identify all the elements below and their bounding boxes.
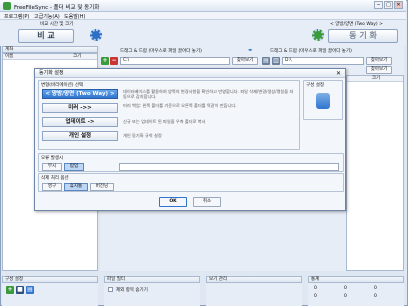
option-update-desc: 신규 또는 업데이트 된 파일을 우측 폴더로 복사: [123, 119, 206, 124]
menu-help[interactable]: 도움말(H): [64, 13, 85, 20]
toolbar: 비교 시간 및 크기 비 교 < 양방/양면 (Two Way) > 동 기 화: [0, 20, 406, 46]
database-icon: [316, 93, 330, 109]
delete-permanent-toggle[interactable]: 영구: [42, 183, 62, 191]
variant-label: 변형(바리에이션) 선택: [41, 83, 84, 88]
dialog-title: 동기화 설정: [35, 69, 345, 78]
error-detail-combo[interactable]: [119, 163, 339, 171]
config-group: 구성 설정: [303, 80, 343, 120]
error-popup-toggle[interactable]: 팝업: [64, 163, 84, 171]
error-group: 오류 발생시 무시 팝업: [38, 153, 344, 172]
right-folder-combo[interactable]: D:\: [282, 57, 364, 65]
option-two-way[interactable]: < 양방/양면 (Two Way) >: [42, 89, 118, 99]
load-config-icon[interactable]: ▤: [26, 286, 34, 294]
col-size[interactable]: 크기: [73, 54, 81, 59]
sync-settings-gear-icon[interactable]: [312, 29, 324, 41]
error-ignore-toggle[interactable]: 무시: [42, 163, 62, 171]
left-panel-header: 계좌: [2, 46, 98, 53]
new-config-icon[interactable]: +: [6, 286, 14, 294]
option-custom-desc: 개인 동기화 규칙 설정: [123, 133, 162, 138]
sync-caption: < 양방/양면 (Two Way) >: [330, 22, 383, 27]
stat-value-2: 0: [374, 286, 377, 291]
window-title: FreeFileSync - 폴더 비교 및 동기화: [14, 5, 100, 11]
filter-panel-title: 파일 필터: [104, 276, 200, 283]
config-panel: 구성 설정 + ■ ▤: [2, 276, 98, 306]
sync-button-label: 동 기 화: [349, 31, 377, 40]
variant-group: 변형(바리에이션) 선택 < 양방/양면 (Two Way) > 데이터베이스를…: [38, 80, 300, 150]
col-name[interactable]: 이름: [5, 54, 13, 59]
compare-caption: 비교 시간 및 크기: [40, 22, 74, 27]
menu-program[interactable]: 프로그램(P): [4, 13, 29, 20]
config-panel-title: 구성 설정: [2, 276, 98, 283]
compare-settings-gear-icon[interactable]: [90, 29, 102, 41]
app-logo-icon: [3, 2, 11, 10]
stat-value-1: 0: [344, 286, 347, 291]
delete-label: 삭제 처리 옵션: [41, 176, 69, 181]
add-pair-icon[interactable]: +: [101, 57, 109, 65]
stat-value-0: 0: [314, 286, 317, 291]
sync-settings-dialog: 동기화 설정 ✕ 변형(바리에이션) 선택 < 양방/양면 (Two Way) …: [34, 68, 346, 211]
maximize-button[interactable]: □: [384, 1, 393, 9]
compare-button[interactable]: 비 교: [18, 29, 74, 43]
stats-panel: 통계 0 0 0 0 0 0: [308, 276, 404, 306]
option-custom[interactable]: 개인 설정: [42, 131, 118, 141]
right-file-list: 크기: [346, 75, 404, 271]
left-dnd-label: 드래그 & 드랍 (마우스로 파일 끌어다 놓기): [120, 49, 202, 54]
view-panel-title: 보기 관리: [206, 276, 302, 283]
ok-button[interactable]: OK: [159, 197, 187, 207]
stat-value-5: 0: [374, 294, 377, 299]
left-browse-button[interactable]: 찾아보기: [232, 57, 258, 65]
delete-recycle-toggle[interactable]: 휴지통: [64, 183, 88, 191]
menu-bar: 프로그램(P) 고급기능(A) 도움말(H): [0, 12, 406, 20]
left-columns: 이름 크기: [3, 54, 97, 60]
stats-panel-title: 통계: [308, 276, 404, 283]
option-update[interactable]: 업데이트 ->: [42, 117, 118, 127]
option-mirror-desc: 미러 백업: 왼쪽 폴더를 기준으로 오른쪽 폴더를 똑같이 만듭니다.: [123, 103, 237, 108]
compare-button-label: 비 교: [37, 31, 55, 40]
right-browse-button[interactable]: 찾아보기: [366, 57, 392, 65]
menu-advanced[interactable]: 고급기능(A): [34, 13, 60, 20]
view-panel: 보기 관리: [206, 276, 302, 306]
delete-versioning-toggle[interactable]: 버전닝: [90, 183, 114, 191]
error-label: 오류 발생시: [41, 156, 64, 161]
stat-value-4: 0: [344, 294, 347, 299]
option-two-way-desc: 데이터베이스를 활용하여 양쪽의 변경사항을 확인하고 반영합니다. 파일 삭제…: [123, 89, 294, 99]
delete-group: 삭제 처리 옵션 영구 휴지통 버전닝: [38, 173, 344, 192]
close-button[interactable]: ✕: [394, 1, 403, 9]
right-col-size[interactable]: 크기: [347, 76, 403, 82]
filter-panel: 파일 필터 제외 항목 숨기기: [104, 276, 200, 306]
folder-compare-icon[interactable]: ▤: [262, 57, 270, 65]
remove-pair-icon[interactable]: −: [110, 57, 118, 65]
minimize-button[interactable]: ─: [374, 1, 383, 9]
right-browse-button-2[interactable]: 찾아보기: [366, 66, 392, 74]
hide-excluded-label: 제외 항목 숨기기: [116, 288, 148, 293]
folder-sync-icon[interactable]: ▥: [272, 57, 280, 65]
save-config-icon[interactable]: ■: [16, 286, 24, 294]
dialog-close-icon[interactable]: ✕: [336, 70, 341, 77]
sync-button[interactable]: 동 기 화: [328, 29, 398, 43]
config-label: 구성 설정: [306, 83, 324, 88]
swap-arrows-icon[interactable]: ◂▸: [248, 48, 253, 53]
option-mirror[interactable]: 미러 ->>: [42, 103, 118, 113]
hide-excluded-checkbox[interactable]: [108, 287, 113, 292]
left-folder-combo[interactable]: C:\: [120, 57, 230, 65]
title-bar: FreeFileSync - 폴더 비교 및 동기화 ─ □ ✕: [0, 0, 406, 12]
right-dnd-label: 드래그 & 드랍 (마우스로 파일 끌어다 놓기): [270, 49, 352, 54]
cancel-button[interactable]: 취소: [193, 197, 221, 207]
stat-value-3: 0: [314, 294, 317, 299]
